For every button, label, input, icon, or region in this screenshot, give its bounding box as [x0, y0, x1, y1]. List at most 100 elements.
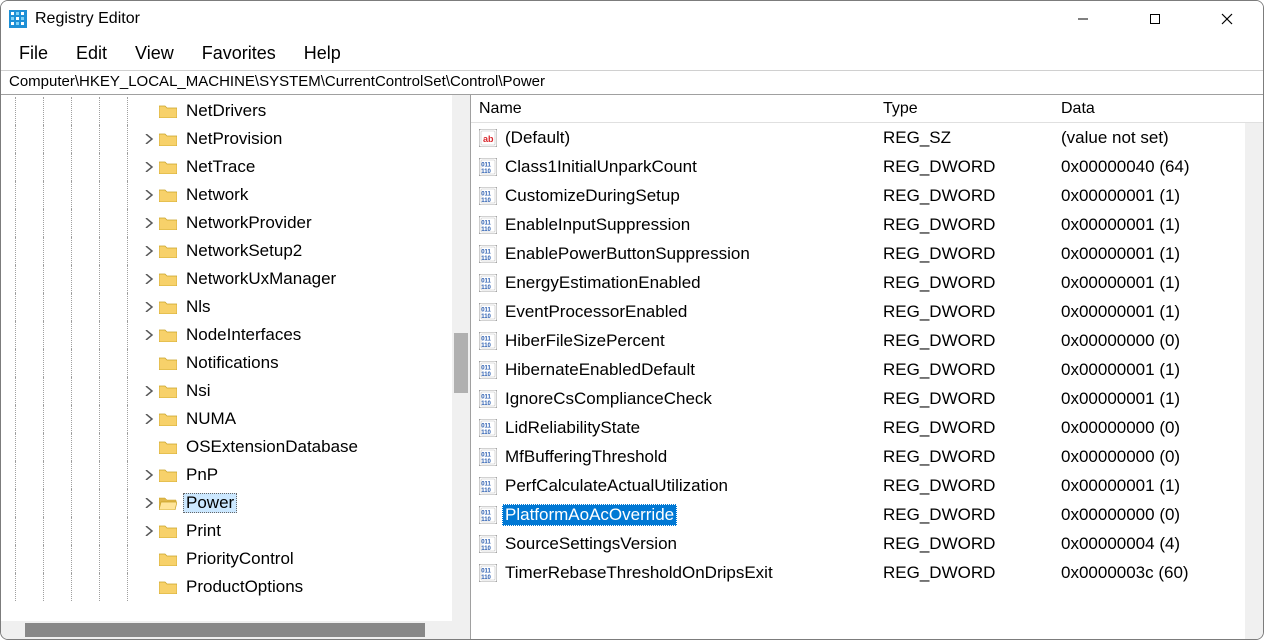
- registry-value-row[interactable]: IgnoreCsComplianceCheckREG_DWORD0x000000…: [471, 384, 1263, 413]
- registry-value-row[interactable]: TimerRebaseThresholdOnDripsExitREG_DWORD…: [471, 558, 1263, 587]
- tree-item[interactable]: NetworkUxManager: [1, 265, 470, 293]
- expand-icon[interactable]: [141, 467, 157, 483]
- expand-icon[interactable]: [141, 299, 157, 315]
- value-type: REG_DWORD: [875, 505, 1053, 525]
- value-name: (Default): [502, 127, 573, 149]
- folder-icon: [159, 272, 177, 286]
- value-data: 0x00000001 (1): [1053, 273, 1263, 293]
- expand-icon[interactable]: [141, 383, 157, 399]
- menu-help[interactable]: Help: [290, 37, 355, 70]
- registry-value-row[interactable]: SourceSettingsVersion REG_DWORD0x00000004…: [471, 529, 1263, 558]
- address-bar[interactable]: Computer\HKEY_LOCAL_MACHINE\SYSTEM\Curre…: [1, 71, 1263, 95]
- menu-file[interactable]: File: [5, 37, 62, 70]
- binary-value-icon: [479, 245, 497, 263]
- value-name: SourceSettingsVersion: [502, 533, 680, 555]
- tree-item[interactable]: NUMA: [1, 405, 470, 433]
- column-header-data[interactable]: Data: [1053, 100, 1263, 118]
- value-name: TimerRebaseThresholdOnDripsExit: [502, 562, 776, 584]
- value-type: REG_SZ: [875, 128, 1053, 148]
- minimize-button[interactable]: [1047, 1, 1119, 37]
- expand-icon[interactable]: [141, 271, 157, 287]
- value-name: Class1InitialUnparkCount: [502, 156, 700, 178]
- tree-item[interactable]: PriorityControl: [1, 545, 470, 573]
- tree-horizontal-scrollbar[interactable]: [1, 621, 470, 639]
- expand-icon[interactable]: [141, 131, 157, 147]
- expand-icon[interactable]: [141, 411, 157, 427]
- registry-value-row[interactable]: HibernateEnabledDefaultREG_DWORD0x000000…: [471, 355, 1263, 384]
- expand-icon[interactable]: [141, 159, 157, 175]
- expand-icon[interactable]: [141, 215, 157, 231]
- registry-value-row[interactable]: PerfCalculateActualUtilizationREG_DWORD0…: [471, 471, 1263, 500]
- tree-item[interactable]: Print: [1, 517, 470, 545]
- tree-item[interactable]: Nsi: [1, 377, 470, 405]
- list-vertical-scrollbar[interactable]: [1245, 123, 1263, 639]
- expand-spacer: [141, 579, 157, 595]
- expand-icon[interactable]: [141, 243, 157, 259]
- tree-item-label: ProductOptions: [183, 577, 306, 597]
- binary-value-icon: [479, 419, 497, 437]
- expand-icon[interactable]: [141, 327, 157, 343]
- value-data: 0x00000001 (1): [1053, 215, 1263, 235]
- tree-item[interactable]: Notifications: [1, 349, 470, 377]
- expand-icon[interactable]: [141, 187, 157, 203]
- tree-horizontal-scroll-thumb[interactable]: [25, 623, 425, 637]
- column-header-type[interactable]: Type: [875, 100, 1053, 118]
- tree-item-label: PriorityControl: [183, 549, 297, 569]
- registry-value-row[interactable]: Class1InitialUnparkCountREG_DWORD0x00000…: [471, 152, 1263, 181]
- tree-item[interactable]: ProductOptions: [1, 573, 470, 601]
- tree-item[interactable]: NetTrace: [1, 153, 470, 181]
- value-data: 0x00000004 (4): [1053, 534, 1263, 554]
- binary-value-icon: [479, 390, 497, 408]
- value-data: 0x00000000 (0): [1053, 505, 1263, 525]
- registry-value-row[interactable]: PlatformAoAcOverrideREG_DWORD0x00000000 …: [471, 500, 1263, 529]
- tree-item[interactable]: Nls: [1, 293, 470, 321]
- expand-spacer: [141, 355, 157, 371]
- tree-item[interactable]: NetworkSetup2: [1, 237, 470, 265]
- tree-item[interactable]: NetworkProvider: [1, 209, 470, 237]
- value-data: 0x00000001 (1): [1053, 476, 1263, 496]
- binary-value-icon: [479, 187, 497, 205]
- menubar: File Edit View Favorites Help: [1, 37, 1263, 71]
- binary-value-icon: [479, 158, 497, 176]
- binary-value-icon: [479, 535, 497, 553]
- registry-value-row[interactable]: CustomizeDuringSetupREG_DWORD0x00000001 …: [471, 181, 1263, 210]
- tree-vertical-scroll-thumb[interactable]: [454, 333, 468, 393]
- registry-value-row[interactable]: EventProcessorEnabledREG_DWORD0x00000001…: [471, 297, 1263, 326]
- folder-icon: [159, 552, 177, 566]
- registry-value-row[interactable]: HiberFileSizePercentREG_DWORD0x00000000 …: [471, 326, 1263, 355]
- tree-vertical-scrollbar[interactable]: [452, 95, 470, 621]
- values-list[interactable]: (Default)REG_SZ(value not set)Class1Init…: [471, 123, 1263, 639]
- tree-item[interactable]: NodeInterfaces: [1, 321, 470, 349]
- value-data: 0x00000001 (1): [1053, 302, 1263, 322]
- tree-item[interactable]: Network: [1, 181, 470, 209]
- column-header-name[interactable]: Name: [471, 100, 875, 118]
- registry-value-row[interactable]: MfBufferingThresholdREG_DWORD0x00000000 …: [471, 442, 1263, 471]
- binary-value-icon: [479, 564, 497, 582]
- value-type: REG_DWORD: [875, 389, 1053, 409]
- expand-icon[interactable]: [141, 523, 157, 539]
- tree-item[interactable]: NetProvision: [1, 125, 470, 153]
- registry-value-row[interactable]: EnablePowerButtonSuppressionREG_DWORD0x0…: [471, 239, 1263, 268]
- value-type: REG_DWORD: [875, 534, 1053, 554]
- folder-icon: [159, 468, 177, 482]
- registry-value-row[interactable]: LidReliabilityStateREG_DWORD0x00000000 (…: [471, 413, 1263, 442]
- close-button[interactable]: [1191, 1, 1263, 37]
- menu-edit[interactable]: Edit: [62, 37, 121, 70]
- tree-item[interactable]: Power: [1, 489, 470, 517]
- menu-view[interactable]: View: [121, 37, 188, 70]
- tree-item[interactable]: OSExtensionDatabase: [1, 433, 470, 461]
- maximize-button[interactable]: [1119, 1, 1191, 37]
- registry-tree[interactable]: NetDriversNetProvisionNetTraceNetworkNet…: [1, 95, 470, 601]
- tree-item[interactable]: NetDrivers: [1, 97, 470, 125]
- expand-icon[interactable]: [141, 495, 157, 511]
- tree-item[interactable]: PnP: [1, 461, 470, 489]
- registry-value-row[interactable]: EnableInputSuppressionREG_DWORD0x0000000…: [471, 210, 1263, 239]
- folder-icon: [159, 104, 177, 118]
- value-data: 0x00000001 (1): [1053, 360, 1263, 380]
- tree-item-label: Nls: [183, 297, 214, 317]
- registry-value-row[interactable]: (Default)REG_SZ(value not set): [471, 123, 1263, 152]
- menu-favorites[interactable]: Favorites: [188, 37, 290, 70]
- registry-value-row[interactable]: EnergyEstimationEnabledREG_DWORD0x000000…: [471, 268, 1263, 297]
- tree-item-label: PnP: [183, 465, 221, 485]
- folder-icon: [159, 244, 177, 258]
